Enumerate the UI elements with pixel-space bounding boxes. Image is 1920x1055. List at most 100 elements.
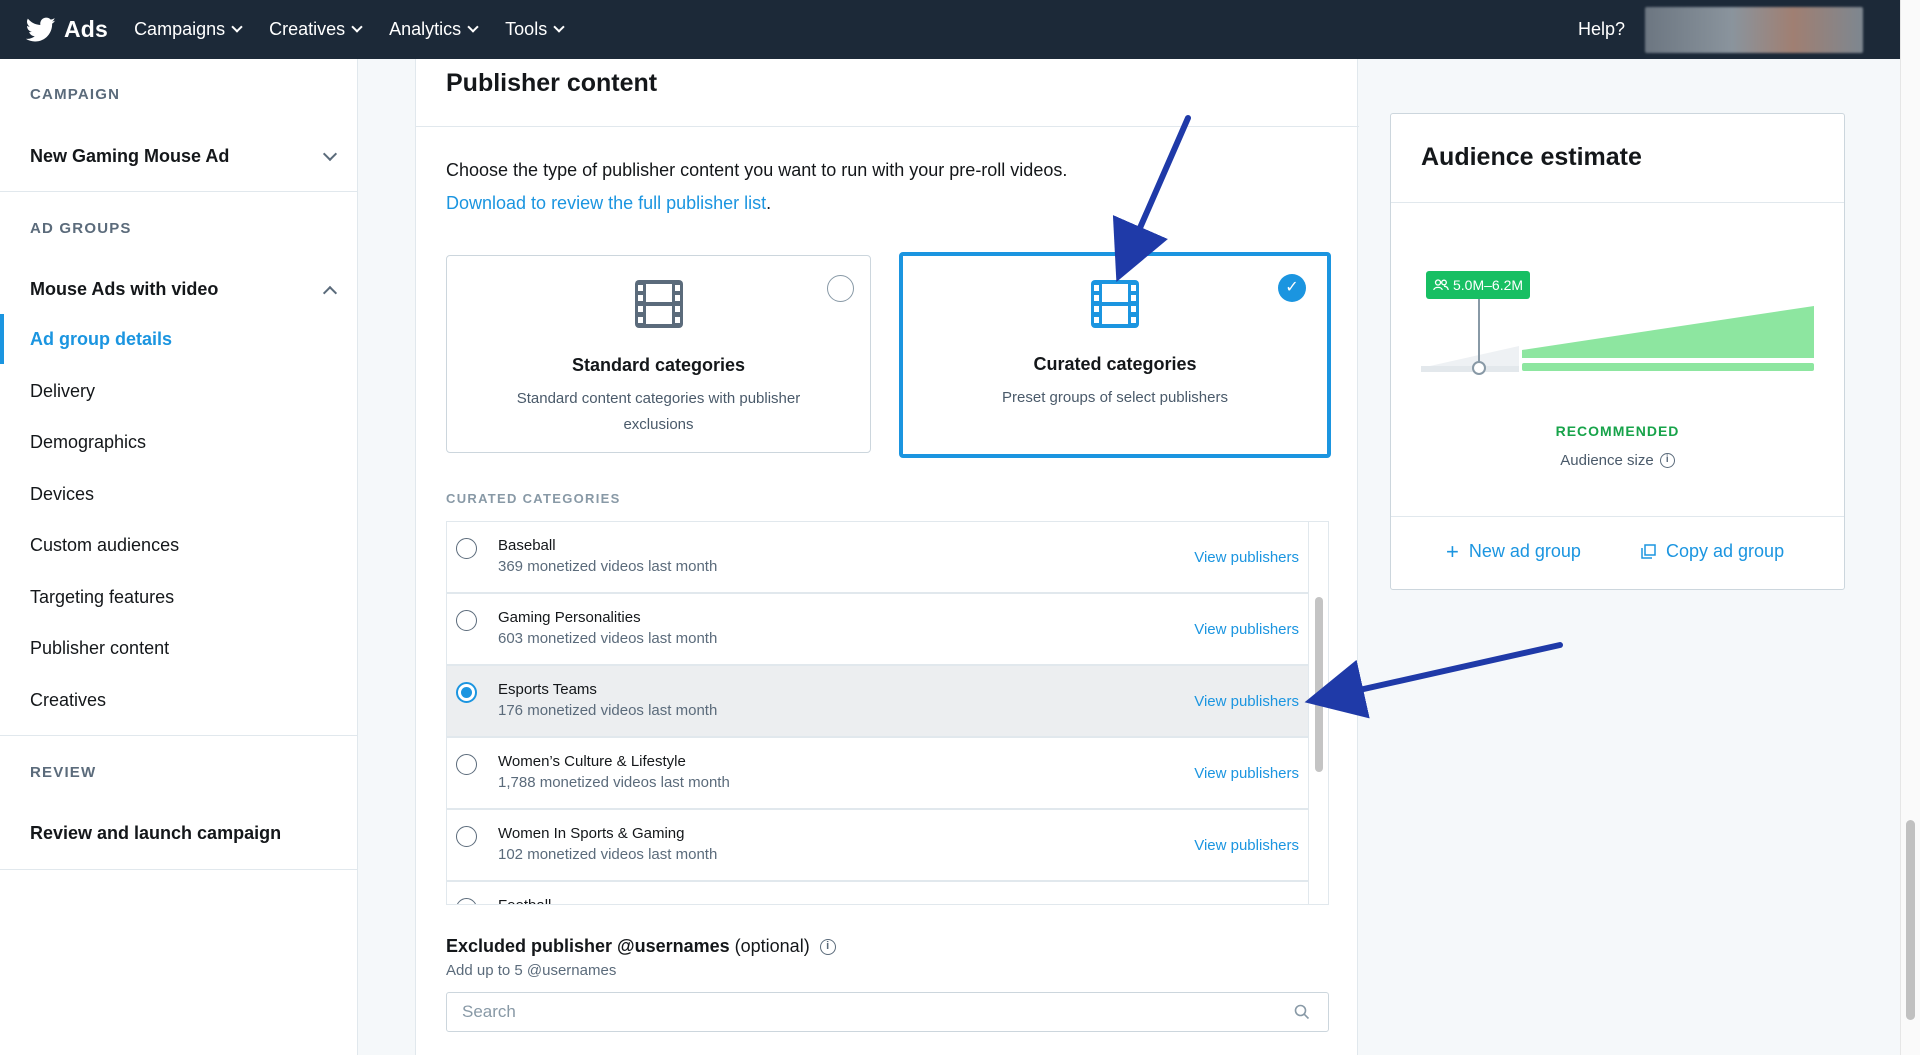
twitter-bird-icon <box>26 17 56 41</box>
gauge-low-segment <box>1421 346 1519 368</box>
row-radio[interactable] <box>456 898 477 904</box>
download-publisher-list-link[interactable]: Download to review the full publisher li… <box>446 193 771 214</box>
campaign-section-title: CAMPAIGN <box>30 86 121 103</box>
chevron-down-icon <box>322 146 338 161</box>
campaign-selector[interactable]: New Gaming Mouse Ad <box>30 146 339 167</box>
new-ad-group-label: New ad group <box>1468 541 1581 561</box>
top-navigation-bar: Ads Campaigns Creatives Analytics Tools … <box>0 0 1900 59</box>
option-radio[interactable] <box>827 275 854 302</box>
excluded-publishers-heading: Excluded publisher @usernames (optional)… <box>446 936 836 957</box>
list-item[interactable]: Baseball 369 monetized videos last month… <box>447 522 1309 594</box>
help-link[interactable]: Help? <box>1578 19 1625 40</box>
film-icon <box>1091 280 1139 328</box>
sidebar-item-custom-audiences[interactable]: Custom audiences <box>30 535 179 556</box>
checkmark-icon[interactable]: ✓ <box>1278 274 1306 302</box>
chevron-down-icon <box>553 21 565 33</box>
category-count: 176 monetized videos last month <box>498 702 718 719</box>
row-radio-selected[interactable] <box>456 682 477 703</box>
page-scrollbar-thumb[interactable] <box>1906 820 1915 1020</box>
audience-estimate-title: Audience estimate <box>1421 143 1642 171</box>
review-section-title: REVIEW <box>30 764 97 781</box>
sidebar-item-ad-group-details[interactable]: Ad group details <box>30 329 172 350</box>
people-icon <box>1433 279 1449 291</box>
chevron-up-icon <box>322 285 338 300</box>
account-menu[interactable] <box>1645 7 1863 53</box>
list-item[interactable]: Women’s Culture & Lifestyle 1,788 moneti… <box>447 738 1309 810</box>
sidebar-item-delivery[interactable]: Delivery <box>30 381 95 402</box>
category-name: Esports Teams <box>498 681 597 698</box>
sidebar-item-demographics[interactable]: Demographics <box>30 432 146 453</box>
brand-name: Ads <box>64 16 109 42</box>
row-radio[interactable] <box>456 538 477 559</box>
chevron-down-icon <box>467 21 479 33</box>
divider <box>1391 202 1844 203</box>
adgroups-section-title: AD GROUPS <box>30 220 132 237</box>
row-radio[interactable] <box>456 826 477 847</box>
brand[interactable]: Ads <box>26 16 108 43</box>
category-count: 102 monetized videos last month <box>498 846 718 863</box>
info-icon[interactable]: i <box>819 938 836 955</box>
audience-size-label: Audience size <box>1560 452 1654 469</box>
category-name: Women In Sports & Gaming <box>498 825 685 842</box>
curated-categories-option[interactable]: Curated categories Preset groups of sele… <box>899 252 1331 458</box>
category-count: 369 monetized videos last month <box>498 558 718 575</box>
view-publishers-link[interactable]: View publishers <box>1194 549 1299 566</box>
copy-ad-group-label: Copy ad group <box>1666 541 1785 561</box>
adgroup-selector[interactable]: Mouse Ads with video <box>30 279 339 300</box>
category-name: Gaming Personalities <box>498 609 641 626</box>
audience-size-label-row: Audience size i <box>1391 452 1844 469</box>
audience-estimate-card: Audience estimate 5.0M–6.2M RECOMMENDED … <box>1390 113 1845 590</box>
campaign-sidebar: CAMPAIGN New Gaming Mouse Ad AD GROUPS M… <box>0 59 358 1055</box>
option-description: Standard content categories with publish… <box>516 390 801 433</box>
excluded-publisher-search-input[interactable] <box>446 992 1329 1032</box>
menu-tools[interactable]: Tools <box>505 19 565 40</box>
list-scrollbar[interactable] <box>1308 522 1328 904</box>
list-item[interactable]: Women In Sports & Gaming 102 monetized v… <box>447 810 1309 882</box>
info-icon[interactable]: i <box>1659 453 1675 468</box>
category-name: Football <box>498 897 551 904</box>
sidebar-item-publisher-content[interactable]: Publisher content <box>30 638 169 659</box>
option-title: Curated categories <box>1033 354 1197 374</box>
copy-ad-group-button[interactable]: Copy ad group <box>1641 541 1784 562</box>
recommended-label: RECOMMENDED <box>1555 423 1680 439</box>
sidebar-item-targeting-features[interactable]: Targeting features <box>30 587 174 608</box>
menu-campaigns[interactable]: Campaigns <box>134 19 243 40</box>
list-item[interactable]: Esports Teams 176 monetized videos last … <box>447 666 1309 738</box>
review-launch-link[interactable]: Review and launch campaign <box>30 823 339 844</box>
row-radio[interactable] <box>456 610 477 631</box>
menu-creatives[interactable]: Creatives <box>269 19 363 40</box>
view-publishers-link[interactable]: View publishers <box>1194 837 1299 854</box>
gauge-recommended-track <box>1522 363 1814 371</box>
category-count: 603 monetized videos last month <box>498 630 718 647</box>
gauge-low-track <box>1421 366 1519 372</box>
view-publishers-link[interactable]: View publishers <box>1194 693 1299 710</box>
download-link-text[interactable]: Download to review the full publisher li… <box>446 193 766 213</box>
page-scrollbar[interactable] <box>1900 0 1920 1055</box>
review-launch-label: Review and launch campaign <box>30 823 282 843</box>
divider <box>0 735 358 736</box>
divider <box>0 191 358 192</box>
menu-label: Analytics <box>389 19 462 39</box>
sidebar-item-devices[interactable]: Devices <box>30 484 94 505</box>
divider <box>0 869 358 870</box>
new-ad-group-button[interactable]: + New ad group <box>1446 540 1581 562</box>
curated-categories-list: Baseball 369 monetized videos last month… <box>446 521 1329 905</box>
view-publishers-link[interactable]: View publishers <box>1194 765 1299 782</box>
publisher-content-panel: Publisher content Choose the type of pub… <box>415 59 1359 1055</box>
list-item[interactable]: Gaming Personalities 603 monetized video… <box>447 594 1309 666</box>
view-publishers-link[interactable]: View publishers <box>1194 621 1299 638</box>
menu-analytics[interactable]: Analytics <box>389 19 479 40</box>
list-item[interactable]: Football <box>447 882 1309 904</box>
campaign-name: New Gaming Mouse Ad <box>30 146 230 166</box>
page-title: Publisher content <box>446 69 658 97</box>
sidebar-item-creatives[interactable]: Creatives <box>30 690 106 711</box>
menu-label: Campaigns <box>134 19 226 39</box>
chevron-down-icon <box>351 21 363 33</box>
list-scrollbar-thumb[interactable] <box>1315 597 1323 772</box>
menu-label: Tools <box>505 19 548 39</box>
standard-categories-option[interactable]: Standard categories Standard content cat… <box>446 255 871 453</box>
menu-label: Creatives <box>269 19 346 39</box>
search-icon <box>1294 1004 1310 1020</box>
audience-range: 5.0M–6.2M <box>1453 277 1524 293</box>
row-radio[interactable] <box>456 754 477 775</box>
